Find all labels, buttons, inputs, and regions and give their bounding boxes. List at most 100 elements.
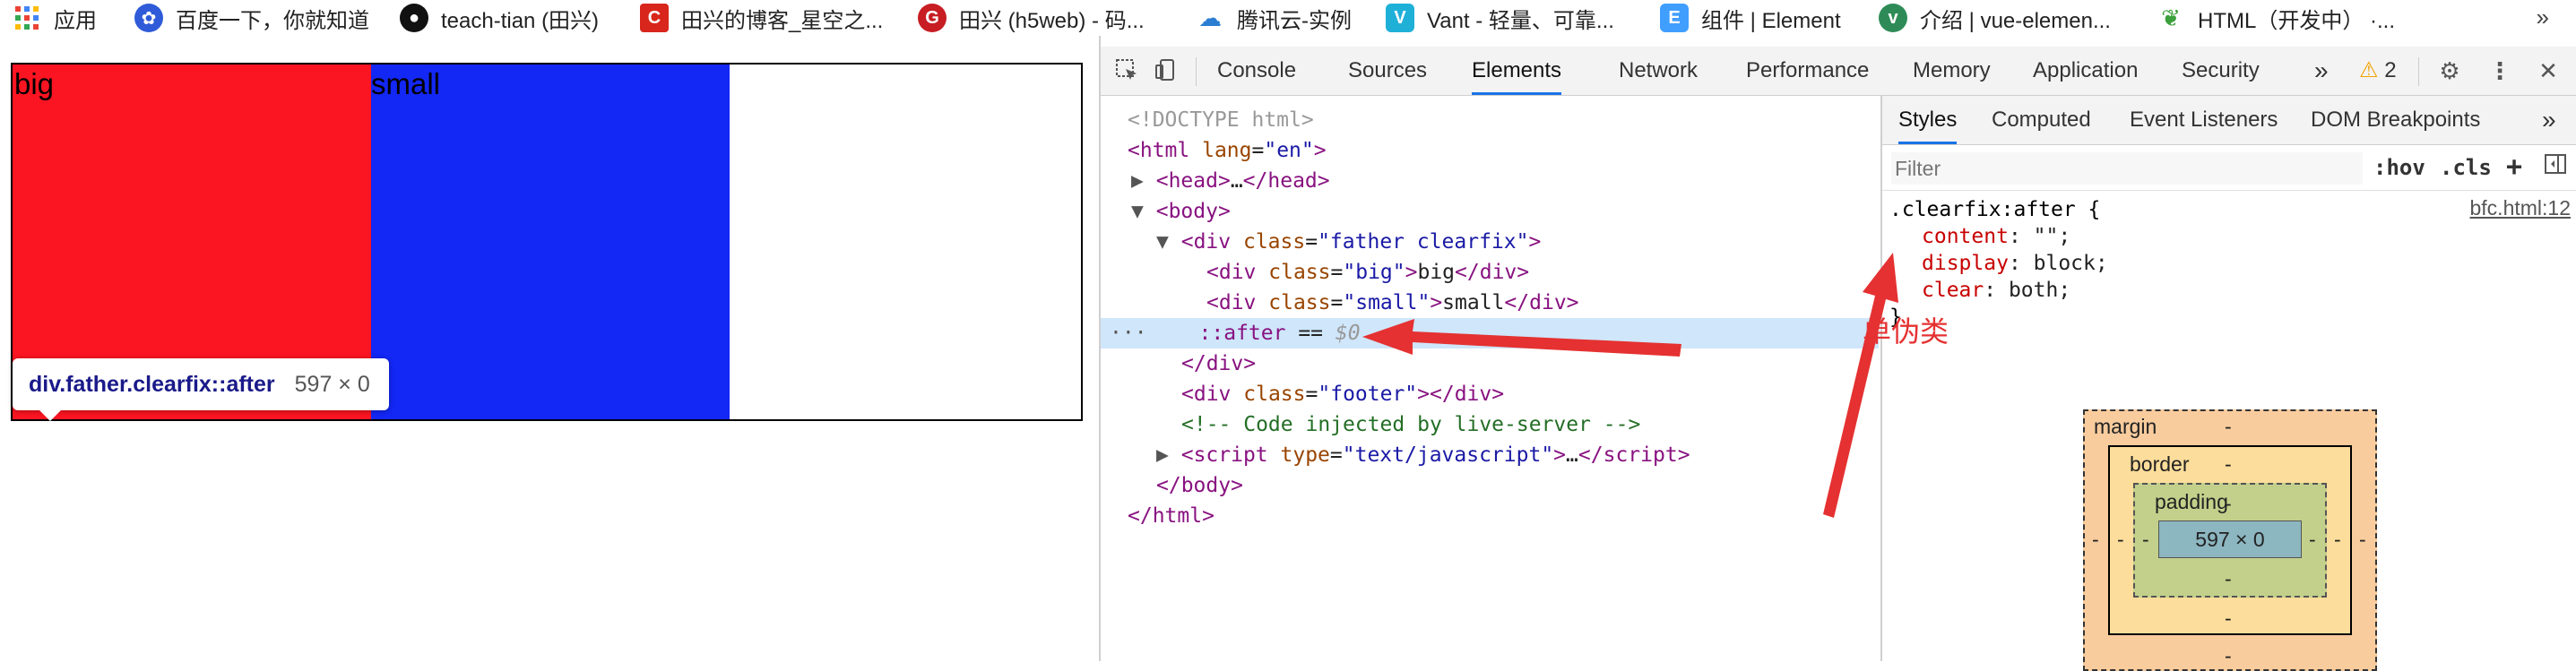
tab-styles[interactable]: Styles (1898, 96, 1958, 144)
toggle-sidebar-icon[interactable] (2544, 152, 2567, 183)
bookmark-label: 介绍 | vue-elemen... (1920, 8, 2111, 33)
collapse-arrow-icon[interactable]: ▼ (1101, 200, 1156, 223)
inspect-tooltip: div.father.clearfix::after 597 × 0 (13, 358, 389, 421)
styles-pane: Styles Computed Event Listeners DOM Brea… (1880, 96, 2576, 671)
devtools-panel: Console Sources Elements Network Perform… (1099, 36, 2576, 671)
vue-element-icon: v (1879, 4, 1907, 32)
dom-line-html-close[interactable]: </html> (1101, 501, 1879, 531)
tab-memory[interactable]: Memory (1913, 47, 1991, 95)
collapsed-ellipsis: … (1566, 443, 1578, 467)
more-pane-tabs-button[interactable]: » (2542, 96, 2556, 144)
dom-line-comment[interactable]: <!-- Code injected by live-server --> (1101, 409, 1879, 440)
script-tag: script (1193, 443, 1268, 467)
css-property-row[interactable]: display: block; (1889, 250, 2571, 277)
vant-icon: V (1386, 4, 1414, 32)
margin-top-value: - (2225, 415, 2232, 438)
settings-gear-icon[interactable]: ⚙ (2436, 57, 2463, 84)
dom-line-big[interactable]: <div class="big">big</div> (1101, 257, 1879, 288)
tab-event-listeners[interactable]: Event Listeners (2130, 96, 2278, 144)
comment-text: <!-- Code injected by live-server --> (1181, 413, 1641, 436)
property-value: ""; (2033, 225, 2071, 248)
toolbar-divider (1196, 57, 1197, 86)
box-content-size[interactable]: 597 × 0 (2158, 520, 2302, 558)
border-right-value: - (2334, 528, 2341, 551)
bookmark-html[interactable]: ❦ HTML（开发中） ·... (2157, 0, 2395, 36)
bookmark-csdn[interactable]: C 田兴的博客_星空之... (640, 0, 883, 36)
property-value: block; (2033, 252, 2108, 275)
bookmark-label: 百度一下，你就知道 (176, 8, 369, 33)
bookmark-tencent-cloud[interactable]: ☁ 腾讯云-实例 (1196, 0, 1352, 36)
gitee-icon: G (918, 4, 947, 32)
dom-line-script[interactable]: ▶ <script type="text/javascript">…</scri… (1101, 440, 1879, 470)
attr-value: "text/javascript" (1342, 443, 1554, 467)
dom-line-after-selected[interactable]: ···::after == $0 (1101, 318, 1879, 348)
styles-filter-input[interactable] (1891, 152, 2363, 185)
bookmark-element[interactable]: E 组件 | Element (1660, 0, 1841, 36)
dom-line-footer[interactable]: <div class="footer"></div> (1101, 379, 1879, 409)
dom-line-body[interactable]: ▼ <body> (1101, 196, 1879, 227)
rule-close-brace: } (1889, 305, 1902, 329)
script-tag: script (1603, 443, 1678, 467)
tab-sources[interactable]: Sources (1348, 47, 1427, 95)
kebab-menu-icon[interactable]: ⋮ (2486, 57, 2513, 84)
tab-performance[interactable]: Performance (1746, 47, 1869, 95)
margin-bottom-value: - (2225, 644, 2232, 667)
bookmarks-overflow-button[interactable]: » (2537, 4, 2549, 31)
close-devtools-icon[interactable]: ✕ (2535, 57, 2562, 84)
tab-security[interactable]: Security (2182, 47, 2260, 95)
console-ref: $0 (1335, 322, 1361, 345)
padding-left-value: - (2142, 528, 2149, 551)
bookmark-apps[interactable]: 应用 (13, 0, 97, 36)
bookmark-label: 田兴的博客_星空之... (681, 8, 884, 33)
div-close-tag: /div (1517, 291, 1567, 314)
rule-selector[interactable]: .clearfix:after { (1889, 196, 2571, 223)
property-name: clear (1922, 279, 1984, 302)
bookmark-baidu[interactable]: ✿ 百度一下，你就知道 (134, 0, 369, 36)
dom-line-body-close[interactable]: </body> (1101, 470, 1879, 501)
hov-toggle-button[interactable]: :hov (2373, 152, 2425, 183)
div-tag: div (1218, 291, 1257, 314)
gutter-dots[interactable]: ··· (1101, 322, 1147, 345)
property-name: display (1922, 252, 2009, 275)
css-property-row[interactable]: clear: both; (1889, 277, 2571, 304)
github-icon: ● (400, 4, 428, 32)
warning-count: 2 (2384, 58, 2397, 82)
expand-arrow-icon[interactable]: ▶ (1101, 169, 1156, 193)
tencent-cloud-icon: ☁ (1198, 4, 1222, 31)
more-tabs-button[interactable]: » (2314, 47, 2329, 95)
bookmark-github[interactable]: ● teach-tian (田兴) (400, 0, 599, 36)
tab-network[interactable]: Network (1619, 47, 1698, 95)
property-name: content (1922, 225, 2009, 248)
collapse-arrow-icon[interactable]: ▼ (1101, 230, 1181, 254)
bookmark-vant[interactable]: V Vant - 轻量、可靠... (1386, 0, 1614, 36)
rule-source-link[interactable]: bfc.html:12 (2470, 196, 2572, 220)
dom-tree: <!DOCTYPE html> <html lang="en"> ▶ <head… (1101, 96, 1879, 661)
tab-application[interactable]: Application (2033, 47, 2138, 95)
warnings-indicator[interactable]: ⚠ 2 (2359, 47, 2397, 95)
border-top-value: - (2225, 452, 2232, 476)
border-label: border (2130, 452, 2190, 476)
baidu-paw-icon: ✿ (134, 4, 163, 32)
dom-line-html[interactable]: <html lang="en"> (1101, 135, 1879, 166)
tab-elements[interactable]: Elements (1472, 47, 1562, 95)
css-rule-clearfix-after: .clearfix:after { bfc.html:12 content: "… (1889, 196, 2571, 331)
dom-line-father[interactable]: ▼ <div class="father clearfix"> (1101, 227, 1879, 257)
csdn-icon: C (640, 4, 669, 32)
tab-dom-breakpoints[interactable]: DOM Breakpoints (2311, 96, 2480, 144)
dom-line-small[interactable]: <div class="small">small</div> (1101, 288, 1879, 318)
dom-line-head[interactable]: ▶ <head>…</head> (1101, 166, 1879, 196)
body-close-tag: /body (1168, 474, 1232, 497)
tooltip-arrow (39, 410, 61, 421)
device-toolbar-icon[interactable] (1153, 57, 1180, 84)
new-rule-button[interactable]: + (2506, 152, 2522, 183)
tab-computed[interactable]: Computed (1992, 96, 2091, 144)
inspect-element-icon[interactable] (1113, 57, 1140, 84)
bookmark-gitee[interactable]: G 田兴 (h5web) - 码... (918, 0, 1145, 36)
dom-line-div-close[interactable]: </div> (1101, 348, 1879, 379)
cls-toggle-button[interactable]: .cls (2440, 152, 2492, 183)
expand-arrow-icon[interactable]: ▶ (1101, 443, 1181, 467)
bookmark-vue-element[interactable]: v 介绍 | vue-elemen... (1879, 0, 2111, 36)
css-property-row[interactable]: content: ""; (1889, 223, 2571, 250)
dom-line-doctype[interactable]: <!DOCTYPE html> (1101, 105, 1879, 135)
tab-console[interactable]: Console (1217, 47, 1296, 95)
